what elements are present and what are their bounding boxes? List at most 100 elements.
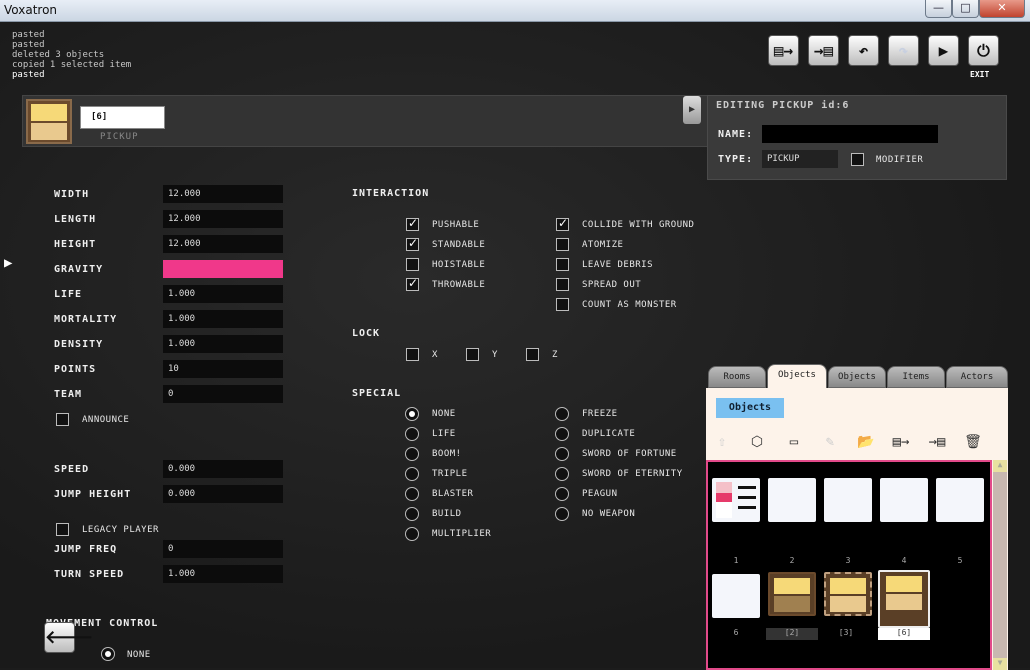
special-radio[interactable] — [405, 427, 419, 441]
interaction-checkbox[interactable] — [556, 258, 569, 271]
special-label: BUILD — [432, 509, 462, 519]
prop-field[interactable]: 10 — [163, 360, 283, 378]
special-radio[interactable] — [405, 467, 419, 481]
load-object-button[interactable]: →▤ — [808, 35, 839, 66]
window-titlebar: Voxatron — □ ✕ — [0, 0, 1030, 22]
trash-icon[interactable]: 🗑 — [963, 432, 983, 452]
tab-actors[interactable]: Actors — [946, 366, 1008, 388]
announce-checkbox[interactable] — [56, 413, 69, 426]
browser-scrollbar[interactable]: ▲ ▼ — [993, 460, 1007, 670]
prop-field[interactable]: 0 — [163, 385, 283, 403]
cube-icon[interactable]: ⬡ — [747, 432, 767, 452]
interaction-label: LEAVE DEBRIS — [582, 260, 654, 270]
special-radio[interactable] — [405, 407, 419, 421]
slot-caption: [2] — [766, 628, 818, 640]
special-label: LIFE — [432, 429, 456, 439]
redo-button[interactable]: ↷ — [888, 35, 919, 66]
exit-button[interactable]: ⏻ — [968, 35, 999, 66]
folder-icon[interactable]: ▭ — [784, 432, 804, 452]
save-export-icon: ▤→ — [773, 41, 794, 60]
prop-field[interactable]: 0.000 — [163, 460, 283, 478]
scroll-up-icon[interactable]: ▲ — [993, 460, 1007, 472]
prop-field[interactable]: 0 — [163, 540, 283, 558]
tab-rooms[interactable]: Rooms — [708, 366, 766, 388]
lock-x-checkbox[interactable] — [406, 348, 419, 361]
lock-z-checkbox[interactable] — [526, 348, 539, 361]
prop-label: LIFE — [54, 289, 83, 300]
object-slot-pickup-6-selected[interactable] — [878, 570, 930, 628]
interaction-checkbox[interactable] — [406, 276, 419, 291]
special-radio[interactable] — [405, 487, 419, 501]
special-radio[interactable] — [555, 487, 569, 501]
prop-label: LENGTH — [54, 214, 97, 225]
interaction-checkbox[interactable] — [406, 236, 419, 251]
special-radio[interactable] — [555, 507, 569, 521]
interaction-checkbox[interactable] — [406, 258, 419, 271]
object-slot-4[interactable] — [880, 478, 928, 522]
special-radio[interactable] — [555, 447, 569, 461]
special-radio[interactable] — [555, 427, 569, 441]
maximize-button[interactable]: □ — [952, 0, 979, 18]
scroll-down-icon[interactable]: ▼ — [993, 658, 1007, 670]
log-line: pasted — [12, 40, 45, 50]
special-radio[interactable] — [555, 407, 569, 421]
log-line: copied 1 selected item — [12, 60, 132, 70]
special-radio[interactable] — [405, 507, 419, 521]
interaction-checkbox[interactable] — [556, 216, 569, 231]
slot-number: 3 — [845, 556, 851, 565]
prop-label: TEAM — [54, 389, 83, 400]
gravity-color-field[interactable] — [163, 260, 283, 278]
object-thumbnail[interactable] — [26, 99, 72, 144]
prop-field[interactable]: 12.000 — [163, 235, 283, 253]
tab-objects-active[interactable]: Objects — [767, 364, 827, 389]
tab-items[interactable]: Items — [887, 366, 945, 388]
object-grid: 1 2 3 4 5 6 [2] [3] [6] — [706, 460, 992, 670]
pencil-icon[interactable]: ✎ — [820, 432, 840, 452]
save-object-button[interactable]: ▤→ — [768, 35, 799, 66]
interaction-checkbox[interactable] — [556, 238, 569, 251]
modifier-checkbox[interactable] — [851, 153, 864, 166]
special-radio[interactable] — [405, 527, 419, 541]
play-button[interactable]: ▶ — [928, 35, 959, 66]
object-slot-pickup-3[interactable] — [824, 572, 872, 616]
lock-x-label: X — [432, 350, 438, 360]
prop-field[interactable]: 1.000 — [163, 565, 283, 583]
object-name-input[interactable]: [6] — [80, 106, 165, 129]
special-radio[interactable] — [405, 447, 419, 461]
close-button[interactable]: ✕ — [979, 0, 1025, 18]
object-slot-pickup-2[interactable] — [768, 572, 816, 616]
interaction-checkbox[interactable] — [556, 298, 569, 311]
action-log: pasted pasted deleted 3 objects copied 1… — [12, 30, 131, 80]
prop-field[interactable]: 1.000 — [163, 335, 283, 353]
object-slot-5[interactable] — [936, 478, 984, 522]
export-icon[interactable]: ▤→ — [891, 432, 911, 452]
prop-field[interactable]: 12.000 — [163, 185, 283, 203]
special-radio[interactable] — [555, 467, 569, 481]
import-icon[interactable]: →▤ — [927, 432, 947, 452]
object-slot-2[interactable] — [768, 478, 816, 522]
prop-field[interactable]: 0.000 — [163, 485, 283, 503]
legacy-player-checkbox[interactable] — [56, 523, 69, 536]
prop-field[interactable]: 1.000 — [163, 285, 283, 303]
open-folder-icon[interactable]: 📂 — [856, 432, 876, 452]
type-field[interactable]: PICKUP — [762, 150, 838, 168]
move-up-icon[interactable]: ⇧ — [712, 432, 732, 452]
lock-y-label: Y — [492, 350, 498, 360]
prop-label: JUMP HEIGHT — [54, 489, 132, 500]
interaction-checkbox[interactable] — [406, 216, 419, 231]
object-slot-3[interactable] — [824, 478, 872, 522]
lock-y-checkbox[interactable] — [466, 348, 479, 361]
undo-button[interactable]: ↶ — [848, 35, 879, 66]
objects-section-label[interactable]: Objects — [716, 398, 784, 418]
object-slot-6[interactable] — [712, 574, 760, 618]
prop-field[interactable]: 1.000 — [163, 310, 283, 328]
back-button[interactable]: 🡐 — [44, 622, 93, 653]
movement-none-radio[interactable] — [101, 647, 115, 661]
name-field[interactable] — [762, 125, 938, 143]
object-slot-1[interactable] — [712, 478, 760, 522]
tab-objects[interactable]: Objects — [828, 366, 886, 388]
interaction-checkbox[interactable] — [556, 278, 569, 291]
minimize-button[interactable]: — — [925, 0, 952, 18]
expand-panel-button[interactable]: ▶ — [683, 96, 701, 124]
prop-field[interactable]: 12.000 — [163, 210, 283, 228]
